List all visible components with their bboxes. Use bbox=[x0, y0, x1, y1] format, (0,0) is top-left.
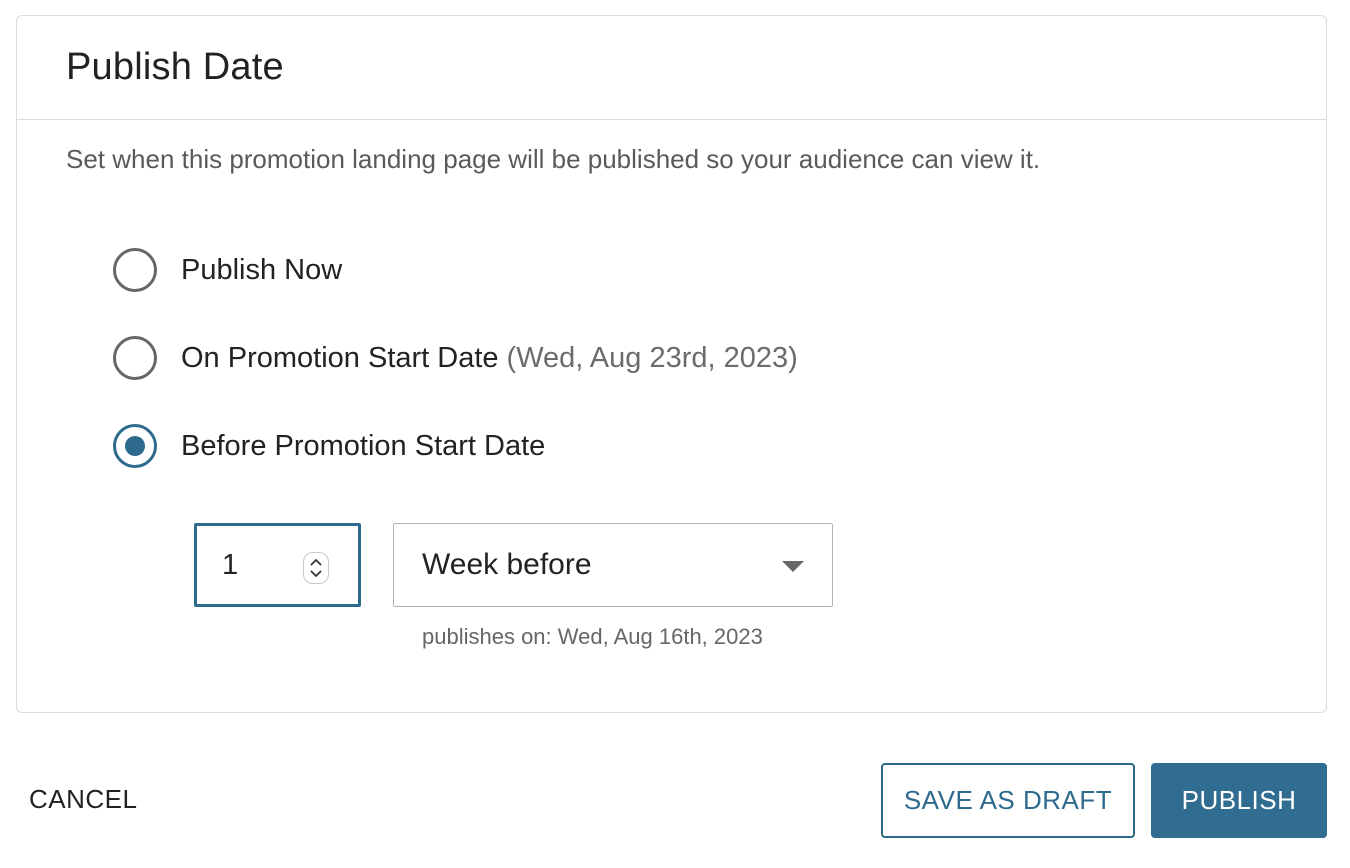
radio-button-publish-now[interactable] bbox=[113, 248, 157, 292]
card-description: Set when this promotion landing page wil… bbox=[66, 144, 1041, 174]
offset-unit-value: Week before bbox=[422, 548, 592, 581]
caret-down-icon bbox=[782, 561, 804, 572]
radio-button-before-start-date[interactable] bbox=[113, 424, 157, 468]
start-date-hint: (Wed, Aug 23rd, 2023) bbox=[506, 341, 798, 374]
radio-label: Publish Now bbox=[181, 253, 343, 286]
save-as-draft-button[interactable]: SAVE AS DRAFT bbox=[881, 763, 1135, 838]
up-down-stepper-icon[interactable] bbox=[303, 552, 329, 584]
publishes-on-hint: publishes on: Wed, Aug 16th, 2023 bbox=[422, 624, 763, 649]
card-title: Publish Date bbox=[66, 46, 284, 88]
radio-label: On Promotion Start Date bbox=[181, 341, 499, 374]
offset-amount-input[interactable]: 1 bbox=[194, 523, 361, 607]
publish-button[interactable]: PUBLISH bbox=[1151, 763, 1327, 838]
radio-button-on-start-date[interactable] bbox=[113, 336, 157, 380]
offset-unit-select[interactable]: Week before bbox=[393, 523, 833, 607]
radio-option-before-start-date[interactable]: Before Promotion Start Date bbox=[113, 424, 545, 468]
radio-option-on-start-date[interactable]: On Promotion Start Date (Wed, Aug 23rd, … bbox=[113, 336, 798, 380]
cancel-button[interactable]: CANCEL bbox=[29, 784, 137, 815]
chevron-down-icon[interactable] bbox=[309, 569, 323, 579]
radio-label: Before Promotion Start Date bbox=[181, 429, 546, 462]
publish-date-card: Publish Date Set when this promotion lan… bbox=[16, 15, 1327, 713]
radio-option-publish-now[interactable]: Publish Now bbox=[113, 248, 342, 292]
card-header: Publish Date bbox=[17, 16, 1326, 120]
offset-amount-value[interactable]: 1 bbox=[222, 549, 238, 582]
chevron-up-icon[interactable] bbox=[309, 557, 323, 567]
